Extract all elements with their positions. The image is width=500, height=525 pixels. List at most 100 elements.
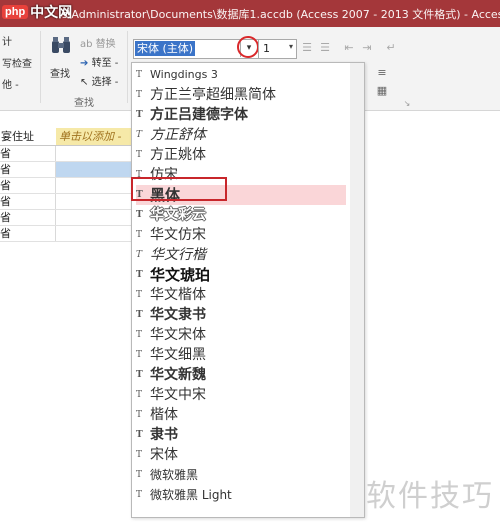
font-option-label: 华文宋体 <box>150 327 206 343</box>
table-row[interactable]: 省 <box>0 226 133 242</box>
title-bar: php 中文网 s\Administrator\Documents\数据库1.a… <box>0 0 500 27</box>
table-row[interactable]: 省 <box>0 210 133 226</box>
table-cell[interactable]: 省 <box>0 162 56 177</box>
column-header-address[interactable]: 宴住址 <box>0 128 57 145</box>
font-option[interactable]: T 华文琥珀 <box>136 265 346 285</box>
table-cell-empty[interactable] <box>56 146 133 161</box>
font-option-label: Wingdings 3 <box>150 68 218 81</box>
font-option-label: 方正兰亭超细黑简体 <box>150 87 276 103</box>
truetype-icon: T <box>136 230 143 240</box>
table-cell-empty[interactable] <box>56 194 133 209</box>
ribbon-separator <box>40 31 41 103</box>
font-option[interactable]: T 华文楷体 <box>136 285 346 305</box>
arrow-right-icon: ➔ <box>80 58 89 69</box>
logo-php-text: php <box>2 5 29 19</box>
font-option-label: 华文中宋 <box>150 387 206 403</box>
numbered-list-icon[interactable]: ☰ <box>318 42 332 54</box>
truetype-icon: T <box>136 370 143 380</box>
font-option[interactable]: T 华文宋体 <box>136 325 346 345</box>
table-row[interactable]: 省 <box>0 178 133 194</box>
table-cell-empty[interactable] <box>56 178 133 193</box>
font-option[interactable]: T 华文新魏 <box>136 365 346 385</box>
font-option[interactable]: T 华文仿宋 <box>136 225 346 245</box>
replace-icon: ab <box>80 39 93 50</box>
font-option-label: 华文楷体 <box>150 287 206 303</box>
table-row[interactable]: 省 <box>0 162 133 178</box>
font-option[interactable]: T 宋体 <box>136 445 346 465</box>
font-option[interactable]: T 方正舒体 <box>136 125 346 145</box>
truetype-icon: T <box>136 390 143 400</box>
truetype-icon: T <box>136 70 143 80</box>
table-cell-empty[interactable] <box>56 226 133 241</box>
find-group-label: 查找 <box>74 98 94 109</box>
font-option[interactable]: T 隶书 <box>136 425 346 445</box>
truetype-icon: T <box>136 470 143 480</box>
font-option-label: 华文仿宋 <box>150 227 206 243</box>
dropdown-scrollbar[interactable] <box>350 63 364 517</box>
table-cell-selected[interactable] <box>56 162 133 177</box>
font-option-label: 华文新魏 <box>150 367 206 383</box>
binoculars-icon[interactable] <box>50 35 72 57</box>
font-dropdown-list[interactable]: T Wingdings 3 T 方正兰亭超细黑简体 T 方正吕建德字体 T 方正舒体 T… <box>131 62 365 518</box>
font-option[interactable]: T 华文彩云 <box>136 205 346 225</box>
cursor-icon: ↖ <box>80 77 89 88</box>
goto-button[interactable]: ➔ 转至 - <box>80 54 118 69</box>
bullet-list-icon[interactable]: ☰ <box>300 42 314 54</box>
table-cell[interactable]: 省 <box>0 194 56 209</box>
font-option-label: 华文彩云 <box>150 207 206 223</box>
font-name-value[interactable]: 宋体 (主体) <box>135 41 196 56</box>
font-size-value: 1 <box>263 42 270 55</box>
font-option[interactable]: T 微软雅黑 Light <box>136 485 346 505</box>
indent-icon[interactable]: ⇤ <box>342 42 356 54</box>
align-icon[interactable]: ≡ <box>375 67 389 79</box>
datasheet-header: 宴住址 单击以添加 - <box>0 128 133 146</box>
table-cell[interactable]: 省 <box>0 226 56 241</box>
dialog-launcher-icon[interactable]: ↘ <box>400 98 414 110</box>
font-option-label: 宋体 <box>150 447 178 463</box>
truetype-icon: T <box>136 270 143 280</box>
annotation-highlight-box <box>131 177 227 201</box>
ribbon-left-item-3[interactable]: 他 - <box>2 76 19 91</box>
font-option[interactable]: T 方正吕建德字体 <box>136 105 346 125</box>
table-cell[interactable]: 省 <box>0 210 56 225</box>
table-row[interactable]: 省 <box>0 194 133 210</box>
truetype-icon: T <box>136 110 143 120</box>
table-cell[interactable]: 省 <box>0 178 56 193</box>
font-option[interactable]: T 华文细黑 <box>136 345 346 365</box>
font-option-label: 华文琥珀 <box>150 266 211 284</box>
font-option[interactable]: T 微软雅黑 <box>136 465 346 485</box>
find-button[interactable]: 查找 <box>50 65 70 80</box>
font-size-combobox[interactable]: 1 ▾ <box>258 39 297 59</box>
column-header-add-field[interactable]: 单击以添加 - <box>56 128 133 145</box>
outdent-icon[interactable]: ⇥ <box>360 42 374 54</box>
truetype-icon: T <box>136 350 143 360</box>
goto-label: 转至 - <box>91 58 119 69</box>
font-option[interactable]: T 方正姚体 <box>136 145 346 165</box>
font-option[interactable]: T Wingdings 3 <box>136 65 346 85</box>
watermark: 软件技巧 <box>366 479 494 514</box>
font-option-label: 华文隶书 <box>150 307 206 323</box>
table-cell[interactable]: 省 <box>0 146 56 161</box>
font-option[interactable]: T 华文行楷 <box>136 245 346 265</box>
truetype-icon: T <box>136 490 143 500</box>
truetype-icon: T <box>136 90 143 100</box>
spelling-check-button[interactable]: 写检查 <box>2 55 32 70</box>
font-option[interactable]: T 方正兰亭超细黑简体 <box>136 85 346 105</box>
font-option-label: 楷体 <box>150 407 178 423</box>
truetype-icon: T <box>136 130 143 140</box>
font-option[interactable]: T 华文隶书 <box>136 305 346 325</box>
fill-color-icon[interactable]: ▦ <box>375 85 389 97</box>
table-row[interactable]: 省 <box>0 146 133 162</box>
paragraph-mark-icon[interactable]: ↵ <box>384 42 398 54</box>
truetype-icon: T <box>136 290 143 300</box>
replace-button[interactable]: ab 替换 <box>80 35 116 50</box>
font-option-label: 微软雅黑 Light <box>150 488 232 502</box>
window-title: s\Administrator\Documents\数据库1.accdb (Ac… <box>62 8 500 21</box>
ribbon-left-item-1[interactable]: 计 <box>2 33 12 48</box>
select-button[interactable]: ↖ 选择 - <box>80 73 118 88</box>
font-option[interactable]: T 楷体 <box>136 405 346 425</box>
font-option-label: 隶书 <box>150 427 178 443</box>
chevron-down-icon[interactable]: ▾ <box>289 42 293 51</box>
table-cell-empty[interactable] <box>56 210 133 225</box>
font-option[interactable]: T 华文中宋 <box>136 385 346 405</box>
